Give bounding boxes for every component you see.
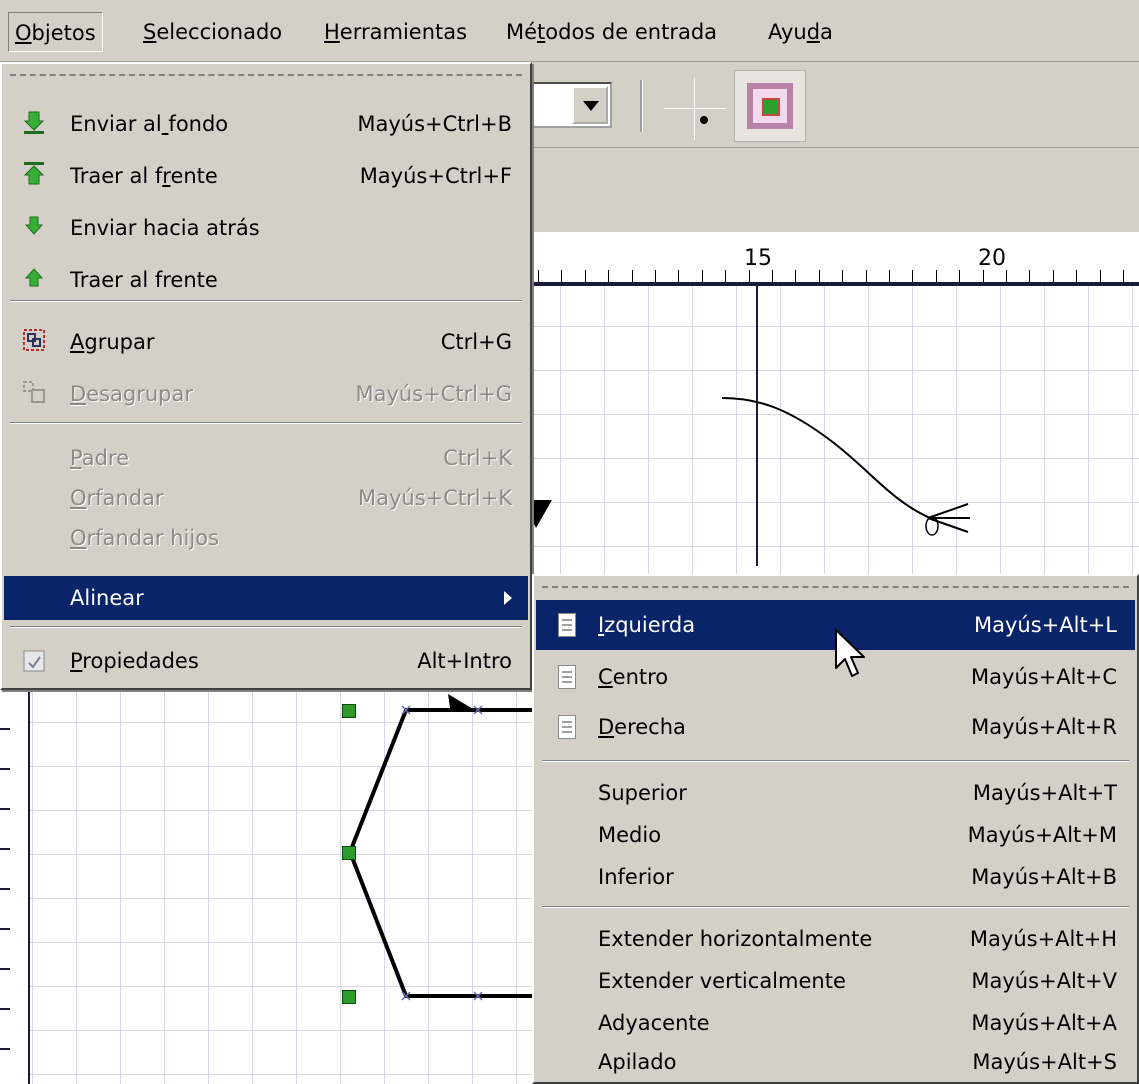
menu-item-label: Padre <box>70 446 130 470</box>
submenu-item-derecha[interactable]: Derecha Mayús+Alt+R <box>536 702 1135 752</box>
snap-dot-icon <box>700 116 708 124</box>
submenu-item-shortcut: Mayús+Alt+S <box>972 1050 1117 1074</box>
menu-item-label: Orfandar hijos <box>70 526 220 550</box>
submenu-item-label: Extender horizontalmente <box>598 927 873 951</box>
submenu-item-shortcut: Mayús+Alt+M <box>967 823 1117 847</box>
menu-item-propiedades[interactable]: Propiedades Alt+Intro <box>4 636 528 686</box>
send-backward-icon <box>24 216 44 235</box>
bring-to-front-icon <box>23 162 45 185</box>
menu-item-label: Alinear <box>70 586 144 610</box>
align-right-icon <box>558 715 576 739</box>
submenu-item-shortcut: Mayús+Alt+A <box>971 1011 1117 1035</box>
menu-item-padre: Padre Ctrl+K <box>4 438 528 478</box>
menu-herramientas[interactable]: Herramientas <box>318 12 473 52</box>
menu-item-shortcut: Alt+Intro <box>417 649 512 673</box>
menu-item-label: Orfandar <box>70 486 164 510</box>
submenu-item-extender-horizontalmente[interactable]: Extender horizontalmente Mayús+Alt+H <box>536 918 1135 960</box>
submenu-item-label: Inferior <box>598 865 674 889</box>
objetos-menu: Enviar al fondo Mayús+Ctrl+B Traer al fr… <box>0 62 532 690</box>
menu-item-orfandar-hijos: Orfandar hijos <box>4 518 528 558</box>
selection-handle[interactable] <box>342 846 356 860</box>
menu-tearoff[interactable] <box>10 74 522 76</box>
menu-item-enviar-al-fondo[interactable]: Enviar al fondo Mayús+Ctrl+B <box>4 98 528 150</box>
submenu-item-shortcut: Mayús+Alt+L <box>974 613 1117 637</box>
submenu-item-shortcut: Mayús+Alt+V <box>971 969 1117 993</box>
combo-dropdown-button[interactable] <box>572 86 608 124</box>
snap-to-grid-button[interactable] <box>664 78 726 140</box>
submenu-item-label: Derecha <box>598 715 686 739</box>
menu-metodos-de-entrada[interactable]: Métodos de entrada <box>500 12 723 52</box>
ungroup-icon <box>23 381 45 403</box>
submenu-item-shortcut: Mayús+Alt+H <box>969 927 1117 951</box>
menu-item-traer-al-frente[interactable]: Traer al frente Mayús+Ctrl+F <box>4 150 528 202</box>
menu-item-shortcut: Mayús+Ctrl+F <box>359 164 512 188</box>
submenu-item-label: Izquierda <box>598 613 696 637</box>
send-to-back-icon <box>23 111 45 134</box>
submenu-item-apilado[interactable]: Apilado Mayús+Alt+S <box>536 1042 1135 1082</box>
submenu-item-label: Centro <box>598 665 669 689</box>
menu-item-shortcut: Mayús+Ctrl+K <box>358 486 512 510</box>
align-left-icon <box>558 613 576 637</box>
menu-seleccionado[interactable]: Seleccionado <box>137 12 288 52</box>
mouse-cursor-icon <box>835 629 865 677</box>
selection-handle[interactable] <box>342 704 356 718</box>
submenu-item-label: Superior <box>598 781 687 805</box>
submenu-item-shortcut: Mayús+Alt+B <box>971 865 1117 889</box>
menu-item-shortcut: Mayús+Ctrl+G <box>355 382 513 406</box>
toolbar-separator <box>640 80 643 132</box>
submenu-item-shortcut: Mayús+Alt+R <box>971 715 1117 739</box>
menu-tearoff[interactable] <box>542 586 1129 588</box>
menu-ayuda[interactable]: Ayuda <box>762 12 839 52</box>
properties-icon <box>23 650 45 672</box>
submenu-item-label: Apilado <box>598 1050 677 1074</box>
menu-separator <box>10 422 522 424</box>
menu-item-label: Enviar hacia atrás <box>70 216 260 240</box>
menu-item-enviar-hacia-atras[interactable]: Enviar hacia atrás <box>4 202 528 254</box>
submenu-item-shortcut: Mayús+Alt+T <box>972 781 1117 805</box>
menu-separator <box>542 906 1129 908</box>
menu-item-shortcut: Ctrl+G <box>440 330 512 354</box>
submenu-item-adyacente[interactable]: Adyacente Mayús+Alt+A <box>536 1002 1135 1044</box>
menu-item-label: Agrupar <box>70 330 155 354</box>
submenu-item-medio[interactable]: Medio Mayús+Alt+M <box>536 814 1135 856</box>
menu-item-shortcut: Mayús+Ctrl+B <box>357 112 512 136</box>
vertical-guide-line <box>756 286 758 566</box>
align-center-icon <box>558 665 576 689</box>
submenu-item-inferior[interactable]: Inferior Mayús+Alt+B <box>536 856 1135 898</box>
submenu-item-extender-verticalmente[interactable]: Extender verticalmente Mayús+Alt+V <box>536 960 1135 1002</box>
submenu-item-label: Adyacente <box>598 1011 710 1035</box>
selection-handle[interactable] <box>342 990 356 1004</box>
bring-forward-icon <box>24 268 44 287</box>
menu-item-label: Propiedades <box>70 649 199 673</box>
vertical-ruler[interactable] <box>0 688 30 1084</box>
menu-item-agrupar[interactable]: Agrupar Ctrl+G <box>4 316 528 368</box>
menu-item-label: Traer al frente <box>70 164 218 188</box>
menu-item-shortcut: Ctrl+K <box>443 446 512 470</box>
submenu-item-superior[interactable]: Superior Mayús+Alt+T <box>536 772 1135 814</box>
menu-item-label: Traer al frente <box>70 268 218 292</box>
submenu-item-label: Medio <box>598 823 662 847</box>
horizontal-ruler[interactable]: 15 20 <box>530 232 1139 286</box>
line-style-combo[interactable] <box>520 82 612 128</box>
group-icon <box>23 329 45 351</box>
submenu-arrow-icon <box>504 591 512 605</box>
menu-item-orfandar: Orfandar Mayús+Ctrl+K <box>4 478 528 518</box>
menu-item-alinear[interactable]: Alinear <box>4 576 528 620</box>
submenu-item-label: Extender verticalmente <box>598 969 846 993</box>
menu-item-label: Enviar al fondo <box>70 112 229 136</box>
ruler-label: 15 <box>744 246 772 271</box>
menu-item-traer-hacia-adelante[interactable]: Traer al frente <box>4 254 528 306</box>
menu-item-label: Desagrupar <box>70 382 194 406</box>
menubar: Objetos Seleccionado Herramientas Método… <box>0 0 1139 62</box>
object-snap-inner-icon <box>762 98 780 116</box>
submenu-item-shortcut: Mayús+Alt+C <box>971 665 1117 689</box>
ruler-label: 20 <box>978 246 1006 271</box>
object-snap-toggle-button[interactable] <box>734 70 806 142</box>
menu-separator <box>10 300 522 302</box>
menu-separator <box>10 626 522 628</box>
menu-objetos[interactable]: Objetos <box>8 12 103 52</box>
menu-separator <box>542 760 1129 762</box>
menu-item-desagrupar: Desagrupar Mayús+Ctrl+G <box>4 368 528 420</box>
